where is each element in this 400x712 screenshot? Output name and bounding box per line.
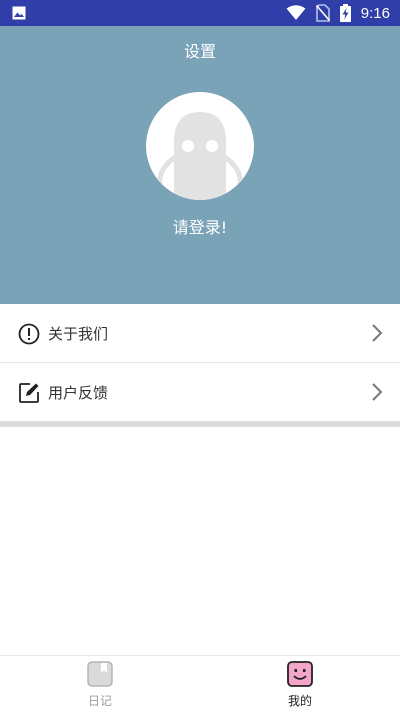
menu-item-about-us[interactable]: 关于我们 — [0, 304, 400, 363]
profile-header: 设置 请登录! — [0, 26, 400, 304]
gallery-icon — [12, 6, 26, 20]
status-bar: 9:16 — [0, 0, 400, 26]
avatar[interactable] — [146, 92, 254, 200]
edit-icon — [19, 383, 39, 403]
info-icon — [18, 323, 40, 345]
menu-item-user-feedback[interactable]: 用户反馈 — [0, 363, 400, 422]
chevron-right-icon — [372, 324, 383, 342]
section-divider — [0, 421, 400, 427]
menu-item-label: 关于我们 — [48, 325, 109, 343]
no-sim-icon — [315, 4, 330, 22]
menu-item-label: 用户反馈 — [48, 384, 109, 402]
battery-charging-icon — [339, 4, 351, 22]
tab-label: 我的 — [287, 694, 312, 708]
tab-diary[interactable]: 日记 — [0, 656, 200, 712]
diary-icon — [87, 661, 113, 687]
tab-mine[interactable]: 我的 — [200, 656, 400, 712]
settings-menu: 关于我们 用户反馈 — [0, 304, 400, 422]
wifi-icon — [286, 5, 306, 20]
login-prompt[interactable]: 请登录! — [0, 214, 400, 238]
status-time: 9:16 — [360, 4, 390, 22]
tab-label: 日记 — [87, 694, 112, 708]
bottom-nav: 日记 我的 — [0, 655, 400, 712]
smiley-icon — [287, 661, 313, 687]
chevron-right-icon — [372, 383, 383, 401]
page-title: 设置 — [183, 42, 216, 61]
ghost-avatar-icon — [157, 112, 243, 200]
